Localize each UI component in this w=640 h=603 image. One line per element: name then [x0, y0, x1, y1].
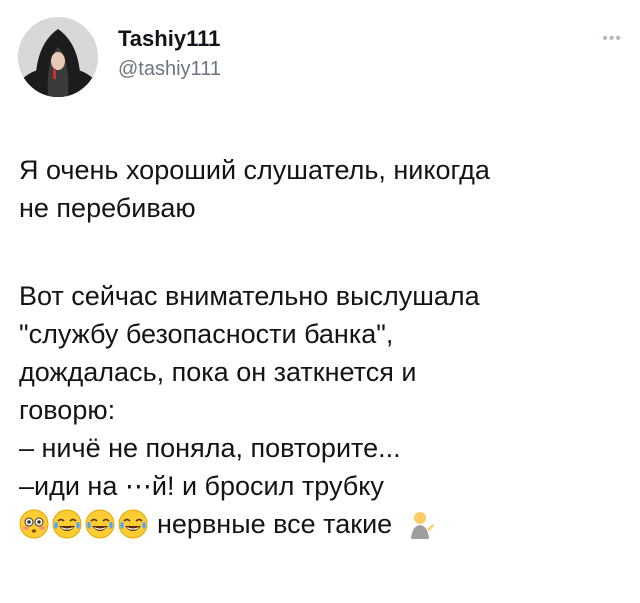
tweet-line: дождалась, пока он заткнется и [19, 357, 417, 387]
tweet-line: –иди на ⋯й! и бросил трубку [19, 471, 384, 501]
tweet-line: "службу безопасности банка", [19, 319, 394, 349]
flushed-face-icon [19, 509, 49, 539]
tweet-line: Вот сейчас внимательно выслушала [19, 281, 480, 311]
tweet-line: нервные все такие [157, 509, 393, 539]
author-handle[interactable]: @tashiy111 [118, 56, 221, 82]
tweet-card: Tashiy111 @tashiy111 ••• Я очень хороший… [0, 0, 640, 603]
tears-of-joy-icon [118, 509, 148, 539]
tweet-last-line: нервные все такие [19, 505, 619, 543]
man-tipping-hand-icon [406, 509, 436, 539]
tweet-line: Я очень хороший слушатель, никогда [19, 155, 490, 185]
tears-of-joy-icon [85, 509, 115, 539]
author-display-name[interactable]: Tashiy111 [118, 26, 221, 52]
tweet-line: – ничё не поняла, повторите... [19, 433, 401, 463]
tears-of-joy-icon [52, 509, 82, 539]
tweet-line: не перебиваю [19, 193, 196, 223]
author-block: Tashiy111 @tashiy111 [118, 26, 221, 82]
tweet-line: говорю: [19, 395, 116, 425]
more-horizontal-icon[interactable]: ••• [602, 30, 622, 48]
tweet-text: Я очень хороший слушатель, никогда не пе… [19, 151, 619, 543]
avatar[interactable] [18, 17, 98, 97]
